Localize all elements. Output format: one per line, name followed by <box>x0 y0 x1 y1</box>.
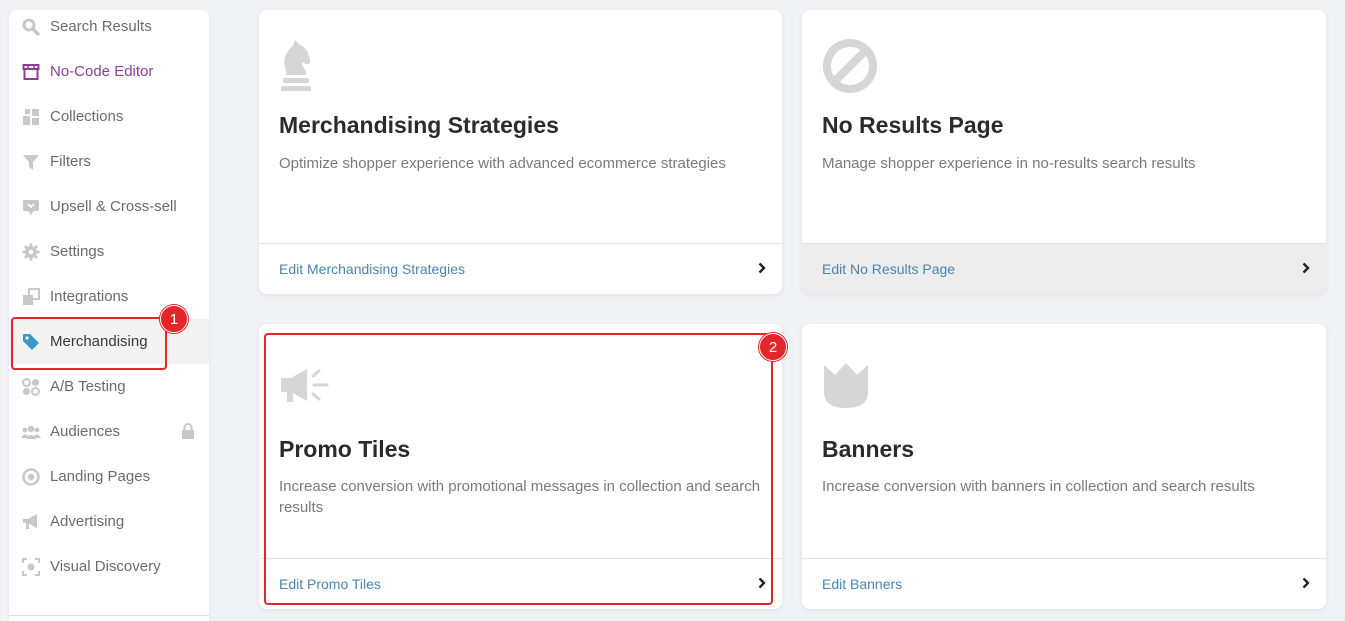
upsell-icon <box>21 197 41 217</box>
card-merchandising-strategies: Merchandising Strategies Optimize shoppe… <box>259 10 782 294</box>
visual-discovery-icon <box>21 557 41 577</box>
ab-testing-icon <box>21 377 41 397</box>
sidebar-item-label: Integrations <box>50 288 129 305</box>
card-banners: Banners Increase conversion with banners… <box>802 324 1326 609</box>
sidebar-item-label: Collections <box>50 108 124 125</box>
card-title: No Results Page <box>822 112 1004 138</box>
highlight-promo-tiles <box>264 333 773 605</box>
sidebar-item-label: A/B Testing <box>50 378 126 395</box>
search-icon <box>21 17 41 37</box>
card-title: Merchandising Strategies <box>279 112 559 138</box>
sidebar-item-upsell[interactable]: Upsell & Cross-sell <box>9 184 209 229</box>
card-description: Increase conversion with banners in coll… <box>822 478 1255 495</box>
sidebar-item-label: Advertising <box>50 513 125 530</box>
sidebar-item-ab-testing[interactable]: A/B Testing <box>9 364 209 409</box>
collections-icon <box>21 107 41 127</box>
step-badge-1: 1 <box>160 305 188 333</box>
sidebar-divider <box>9 615 209 616</box>
card-link-label: Edit Merchandising Strategies <box>279 261 465 277</box>
landing-page-icon <box>21 467 41 487</box>
edit-banners-link[interactable]: Edit Banners <box>802 558 1326 609</box>
megaphone-icon <box>21 512 41 532</box>
sidebar-item-label: Upsell & Cross-sell <box>50 198 177 215</box>
card-link-label: Edit Banners <box>822 576 903 592</box>
card-description: Manage shopper experience in no-results … <box>822 155 1196 172</box>
sidebar-item-no-code-editor[interactable]: No-Code Editor <box>9 49 209 94</box>
chevron-right-icon <box>758 261 766 277</box>
chess-knight-icon <box>279 38 313 97</box>
card-link-label: Edit No Results Page <box>822 261 956 277</box>
gear-icon <box>21 242 41 262</box>
sidebar-item-label: Search Results <box>50 18 152 35</box>
sidebar-item-collections[interactable]: Collections <box>9 94 209 139</box>
sidebar-item-audiences[interactable]: Audiences <box>9 409 209 454</box>
sidebar-item-landing-pages[interactable]: Landing Pages <box>9 454 209 499</box>
users-icon <box>21 422 41 442</box>
sidebar-item-filters[interactable]: Filters <box>9 139 209 184</box>
integrations-icon <box>21 287 41 307</box>
chevron-right-icon <box>1302 576 1310 592</box>
chevron-right-icon <box>1302 261 1310 277</box>
step-badge-2: 2 <box>759 333 787 361</box>
lock-icon <box>181 423 195 443</box>
sidebar-item-settings[interactable]: Settings <box>9 229 209 274</box>
sidebar-item-label: Filters <box>50 153 91 170</box>
sidebar-item-visual-discovery[interactable]: Visual Discovery <box>9 544 209 589</box>
crown-icon <box>822 362 870 415</box>
sidebar-item-advertising[interactable]: Advertising <box>9 499 209 544</box>
filter-icon <box>21 152 41 172</box>
storefront-icon <box>21 62 41 82</box>
sidebar-item-label: Visual Discovery <box>50 558 161 575</box>
sidebar-item-label: No-Code Editor <box>50 63 154 80</box>
edit-merchandising-strategies-link[interactable]: Edit Merchandising Strategies <box>259 243 782 294</box>
sidebar-item-label: Landing Pages <box>50 468 151 485</box>
edit-no-results-page-link[interactable]: Edit No Results Page <box>802 243 1326 294</box>
ban-icon <box>822 38 878 99</box>
sidebar-item-label: Settings <box>50 243 105 260</box>
sidebar-item-label: Audiences <box>50 423 121 440</box>
highlight-merchandising <box>11 317 167 370</box>
card-no-results-page: No Results Page Manage shopper experienc… <box>802 10 1326 294</box>
card-description: Optimize shopper experience with advance… <box>279 155 726 172</box>
sidebar-item-search-results[interactable]: Search Results <box>9 4 209 49</box>
card-title: Banners <box>822 436 915 462</box>
